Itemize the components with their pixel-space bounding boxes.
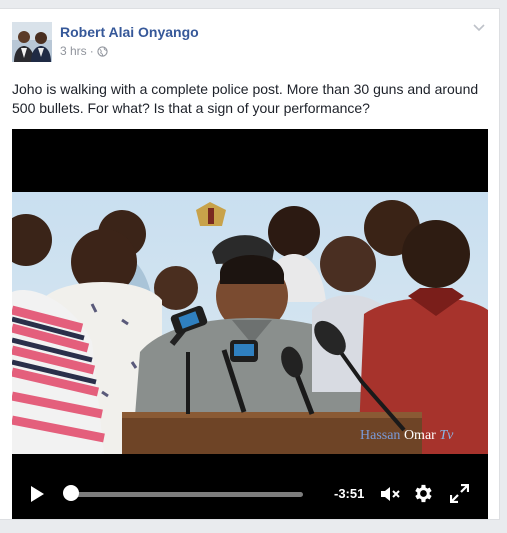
volume-muted-icon[interactable] — [380, 484, 400, 504]
watermark-part-3: Tv — [439, 428, 454, 443]
chevron-down-icon[interactable] — [473, 23, 485, 33]
post-time[interactable]: 3 hrs — [60, 44, 87, 58]
watermark-part-2: Omar — [403, 428, 436, 443]
play-icon[interactable] — [29, 485, 45, 503]
seek-bar[interactable] — [72, 492, 303, 497]
video-controls: -3:51 — [12, 474, 488, 514]
meta-separator: · — [89, 44, 94, 58]
globe-icon[interactable] — [97, 46, 108, 57]
video-watermark: Hassan Omar Tv — [360, 428, 453, 444]
seek-handle[interactable] — [63, 485, 79, 501]
post-card: Robert Alai Onyango 3 hrs · Joho is walki… — [0, 8, 500, 520]
video-frame[interactable]: Hassan Omar Tv — [12, 192, 488, 454]
post-text: Joho is walking with a complete police p… — [12, 81, 479, 116]
author-name[interactable]: Robert Alai Onyango — [60, 24, 199, 40]
fullscreen-icon[interactable] — [450, 484, 469, 503]
post-header: Robert Alai Onyango 3 hrs · — [12, 21, 459, 63]
time-remaining: -3:51 — [334, 486, 365, 501]
post-meta: 3 hrs · — [60, 44, 108, 58]
video-scene — [12, 192, 488, 454]
avatar[interactable] — [12, 22, 52, 62]
gear-icon[interactable] — [411, 482, 434, 505]
watermark-part-1: Hassan — [360, 428, 401, 443]
video-player[interactable]: Hassan Omar Tv -3:51 — [12, 129, 488, 519]
